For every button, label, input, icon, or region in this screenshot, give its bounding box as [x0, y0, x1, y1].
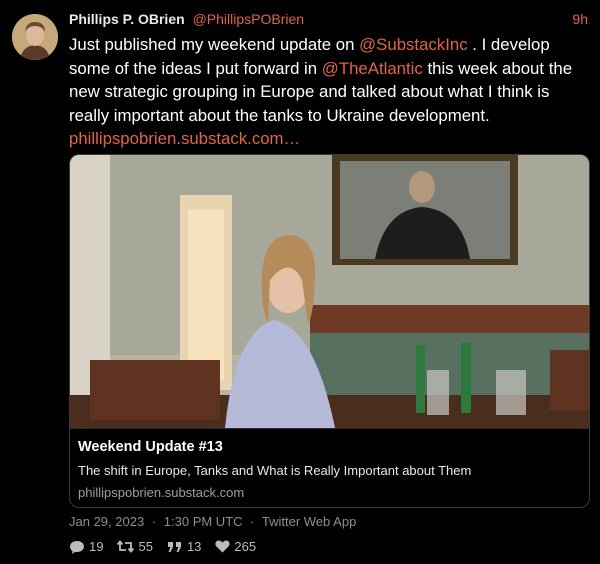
tweet-text: Just published my weekend update on @Sub… — [69, 33, 589, 151]
author-handle[interactable]: @PhillipsPOBrien — [193, 11, 304, 27]
speech-bubble-icon — [70, 540, 84, 554]
reply-button[interactable]: 19 — [69, 539, 103, 554]
tweet-header: Phillips P. OBrien @PhillipsPOBrien 9h — [69, 11, 588, 31]
like-button[interactable]: 265 — [215, 539, 256, 554]
author-name[interactable]: Phillips P. OBrien — [69, 11, 185, 27]
tweet-text-part: Just published my weekend update on — [69, 35, 360, 54]
tweet-actions: 19 55 13 265 — [69, 539, 256, 554]
card-description: The shift in Europe, Tanks and What is R… — [78, 463, 472, 478]
card-meta: Weekend Update #13 The shift in Europe, … — [70, 428, 589, 507]
tweet-link[interactable]: phillipspobrien.substack.com… — [69, 129, 300, 148]
like-count: 265 — [234, 539, 257, 554]
tweet-date: Jan 29, 2023 — [69, 514, 145, 529]
card-image — [70, 155, 589, 428]
tweet-time: 1:30 PM UTC — [163, 514, 243, 529]
card-domain: phillipspobrien.substack.com — [78, 485, 245, 500]
author-avatar[interactable] — [12, 14, 58, 60]
link-card[interactable]: Weekend Update #13 The shift in Europe, … — [69, 154, 590, 508]
quote-count: 13 — [186, 539, 202, 554]
retweet-count: 55 — [138, 539, 153, 554]
quote-icon — [167, 541, 181, 552]
tweet-client[interactable]: Twitter Web App — [262, 514, 356, 529]
card-title: Weekend Update #13 — [78, 439, 223, 455]
meta-separator: · — [151, 514, 157, 529]
meta-separator: · — [250, 514, 255, 529]
heart-icon — [215, 540, 230, 553]
mention-theatlantic[interactable]: @TheAtlantic — [322, 59, 423, 78]
retweet-icon — [117, 540, 135, 553]
reply-count: 19 — [89, 539, 104, 554]
retweet-button[interactable]: 55 — [117, 539, 153, 554]
tweet-time-ago[interactable]: 9h — [572, 11, 588, 27]
tweet-meta: Jan 29, 2023 · 1:30 PM UTC · Twitter Web… — [69, 514, 360, 529]
quote-button[interactable]: 13 — [167, 539, 201, 554]
mention-substack[interactable]: @SubstackInc — [359, 35, 467, 54]
